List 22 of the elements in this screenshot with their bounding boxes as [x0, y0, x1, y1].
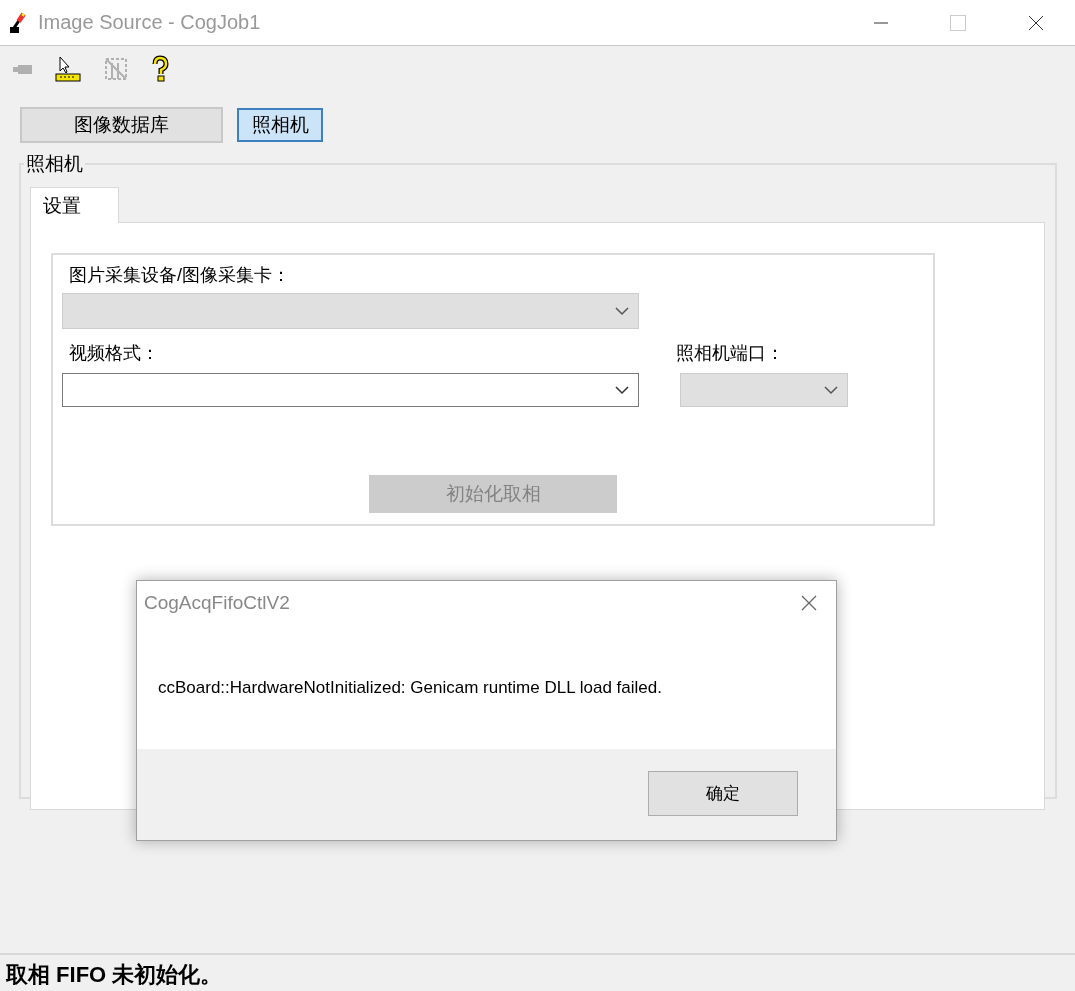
settings-tab[interactable]: 设置 — [30, 187, 119, 223]
status-text: 取相 FIFO 未初始化。 — [6, 962, 223, 987]
video-format-label: 视频格式： — [68, 342, 160, 365]
chevron-down-icon — [614, 385, 630, 395]
source-button[interactable]: 照相机 — [237, 108, 323, 142]
camera-port-label: 照相机端口： — [676, 342, 785, 365]
window-title: Image Source - CogJob1 — [38, 11, 262, 34]
minimize-icon — [874, 21, 888, 24]
chevron-down-icon — [823, 385, 839, 395]
error-message: ccBoard::HardwareNotInitialized: Genicam runtime DLL load failed. — [158, 678, 662, 697]
device-label: 图片采集设备/图像采集卡： — [68, 264, 291, 287]
chevron-down-icon — [614, 306, 630, 316]
close-icon — [800, 594, 818, 612]
maximize-icon — [950, 14, 966, 31]
help-icon[interactable] — [150, 55, 170, 83]
group-title: 照相机 — [25, 152, 84, 176]
dialog-title: CogAcqFifoCtlV2 — [144, 592, 290, 614]
ruler-icon[interactable] — [54, 55, 82, 83]
source-button[interactable]: 图像数据库 — [20, 107, 223, 143]
ok-button[interactable]: 确定 — [648, 770, 798, 816]
dropdown-field[interactable] — [62, 373, 639, 407]
close-icon — [1028, 14, 1044, 31]
